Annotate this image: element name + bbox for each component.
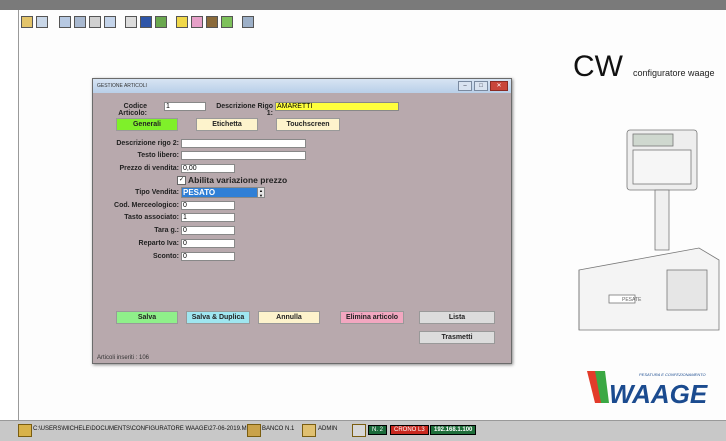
article-icon[interactable] xyxy=(59,16,71,28)
tab-etichetta[interactable]: Etichetta xyxy=(196,118,258,131)
svg-text:WAAGE: WAAGE xyxy=(609,379,708,409)
gestione-articoli-dialog: GESTIONE ARTICOLI – □ ✕ Codice Articolo:… xyxy=(92,78,512,364)
lista-button[interactable]: Lista xyxy=(419,311,495,324)
store-icon xyxy=(247,424,261,437)
ip-badge: 192.168.1.100 xyxy=(430,425,477,435)
tab-generali[interactable]: Generali xyxy=(116,118,178,131)
abilita-row: ✓ Abilita variazione prezzo xyxy=(177,175,287,185)
reparto-field[interactable]: 0 xyxy=(181,239,235,248)
upload-icon[interactable] xyxy=(221,16,233,28)
codice-label: Codice Articolo: xyxy=(118,103,147,117)
dialog-title: GESTIONE ARTICOLI xyxy=(97,83,147,89)
svg-text:PESATURA E CONFEZIONAMENTO: PESATURA E CONFEZIONAMENTO xyxy=(639,372,706,377)
brand-subtitle: configuratore waage xyxy=(633,68,715,78)
tara-label: Tara g.: xyxy=(154,227,179,234)
db-path: C:\USERS\MICHELE\DOCUMENTS\CONFIGURATORE… xyxy=(33,426,255,432)
flower-icon[interactable] xyxy=(191,16,203,28)
scale-illustration-icon: PESATE xyxy=(578,129,720,331)
maximize-icon[interactable]: □ xyxy=(474,81,488,91)
trasmetti-button[interactable]: Trasmetti xyxy=(419,331,495,344)
window-top-border xyxy=(0,0,726,10)
desc2-label: Descrizione rigo 2: xyxy=(116,140,179,147)
cod-merc-label: Cod. Merceologico: xyxy=(114,202,179,209)
prezzo-label: Prezzo di vendita: xyxy=(119,165,179,172)
brand-title: CW xyxy=(573,50,623,83)
user-icon xyxy=(302,424,316,437)
grid-small-icon xyxy=(352,424,366,437)
image-icon[interactable] xyxy=(155,16,167,28)
n-badge: N. 2 xyxy=(368,425,388,435)
tasto-field[interactable]: 1 xyxy=(181,213,235,222)
status-bar: C:\USERS\MICHELE\DOCUMENTS\CONFIGURATORE… xyxy=(0,420,726,441)
spinner-icon[interactable]: ▲ ▼ xyxy=(257,187,265,198)
tipo-label: Tipo Vendita: xyxy=(135,189,179,196)
cod-merc-field[interactable]: 0 xyxy=(181,201,235,210)
desc2-field[interactable] xyxy=(181,139,306,148)
document-icon[interactable] xyxy=(242,16,254,28)
banco-label: BANCO N.1 xyxy=(262,426,295,432)
salva-button[interactable]: Salva xyxy=(116,311,178,324)
star-icon[interactable] xyxy=(176,16,188,28)
minimize-icon[interactable]: – xyxy=(458,81,472,91)
crono-badge: CRONO L3 xyxy=(390,425,429,435)
label-icon[interactable] xyxy=(140,16,152,28)
codice-field[interactable]: 1 xyxy=(164,102,206,111)
desc1-label: Descrizione Rigo 1: xyxy=(216,103,273,117)
status-text: Articoli inseriti : 106 xyxy=(97,355,150,361)
desc1-field[interactable]: AMARETTI xyxy=(275,102,399,111)
tipo-select[interactable]: PESATO xyxy=(181,187,265,198)
tab-touchscreen[interactable]: Touchscreen xyxy=(276,118,340,131)
tara-field[interactable]: 0 xyxy=(181,226,235,235)
reparto-label: Reparto Iva: xyxy=(138,240,179,247)
abilita-label: Abilita variazione prezzo xyxy=(188,175,288,185)
database-icon xyxy=(18,424,32,437)
list-icon[interactable] xyxy=(89,16,101,28)
prezzo-field[interactable]: 0,00 xyxy=(181,164,235,173)
testo-field[interactable] xyxy=(181,151,306,160)
dialog-titlebar[interactable]: GESTIONE ARTICOLI – □ ✕ xyxy=(93,79,511,93)
edit-icon[interactable] xyxy=(125,16,137,28)
close-icon[interactable]: ✕ xyxy=(490,81,508,91)
grid-icon[interactable] xyxy=(36,16,48,28)
waage-logo: PESATURA E CONFEZIONAMENTO WAAGE xyxy=(587,371,708,409)
sconto-field[interactable]: 0 xyxy=(181,252,235,261)
save-icon[interactable] xyxy=(74,16,86,28)
abilita-checkbox[interactable]: ✓ xyxy=(177,175,186,185)
elimina-button[interactable]: Elimina articolo xyxy=(340,311,404,324)
user-label: ADMIN xyxy=(318,426,338,432)
window-icon[interactable] xyxy=(104,16,116,28)
annulla-button[interactable]: Annulla xyxy=(258,311,320,324)
testo-label: Testo libero: xyxy=(137,152,179,159)
toolbar xyxy=(19,10,726,34)
salva-duplica-button[interactable]: Salva & Duplica xyxy=(186,311,250,324)
folder-icon[interactable] xyxy=(21,16,33,28)
tasto-label: Tasto associato: xyxy=(124,214,179,221)
scale-label: PESATE xyxy=(622,297,642,303)
tools-icon[interactable] xyxy=(206,16,218,28)
sconto-label: Sconto: xyxy=(152,253,179,260)
